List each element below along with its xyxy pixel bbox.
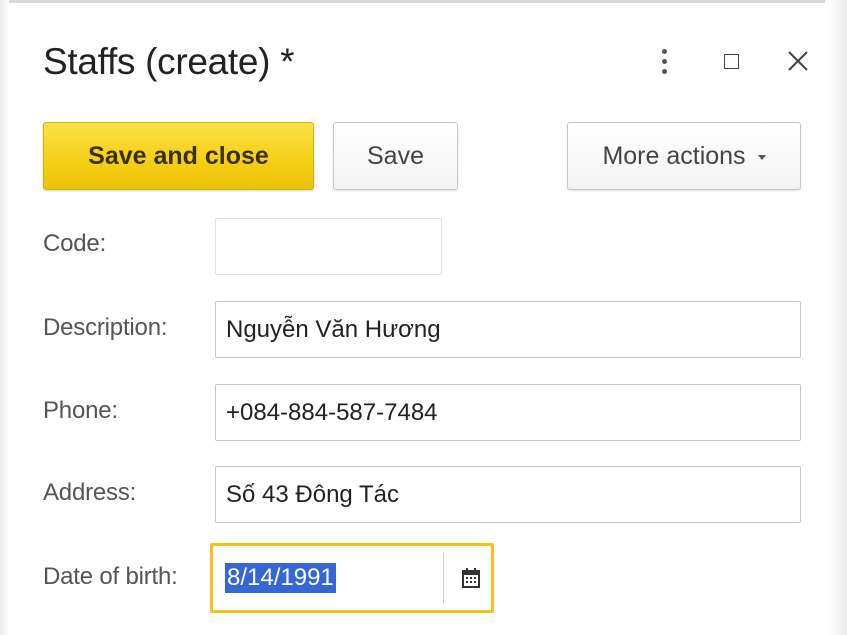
close-icon — [788, 51, 808, 71]
window-top-border — [0, 0, 847, 3]
date-of-birth-value: 8/14/1991 — [225, 563, 336, 593]
maximize-button[interactable] — [716, 46, 746, 76]
phone-label: Phone: — [43, 397, 118, 424]
kebab-dot — [661, 58, 667, 64]
more-actions-button[interactable]: More actions — [567, 122, 801, 190]
phone-field[interactable]: +084-884-587-7484 — [215, 384, 801, 441]
window-title: Staffs (create) * — [43, 41, 295, 82]
staff-create-window: Staffs (create) * Save and close Save Mo… — [0, 0, 847, 635]
phone-value: +084-884-587-7484 — [226, 398, 438, 426]
window-left-shadow — [0, 0, 9, 635]
code-label: Code: — [43, 230, 107, 257]
save-and-close-label: Save and close — [88, 141, 269, 170]
kebab-dot — [661, 48, 667, 54]
save-label: Save — [367, 141, 424, 170]
save-and-close-button[interactable]: Save and close — [43, 122, 314, 190]
more-vertical-icon[interactable] — [652, 42, 676, 80]
date-of-birth-field[interactable]: 8/14/1991 — [210, 543, 494, 613]
close-button[interactable] — [781, 44, 815, 78]
kebab-dot — [661, 68, 667, 74]
address-field[interactable]: Số 43 Đông Tác — [215, 466, 801, 523]
code-field[interactable] — [215, 218, 442, 275]
date-field-divider — [443, 553, 444, 603]
date-of-birth-label: Date of birth: — [43, 563, 178, 590]
address-label: Address: — [43, 479, 137, 506]
window-right-shadow — [825, 0, 847, 635]
calendar-button[interactable] — [449, 554, 491, 602]
description-label: Description: — [43, 314, 168, 341]
maximize-icon — [723, 53, 739, 69]
caret-down-icon — [757, 155, 766, 160]
address-value: Số 43 Đông Tác — [226, 480, 400, 508]
description-value: Nguyễn Văn Hương — [226, 315, 441, 343]
calendar-icon — [462, 568, 480, 588]
save-button[interactable]: Save — [333, 122, 458, 190]
more-actions-label: More actions — [602, 141, 746, 170]
description-field[interactable]: Nguyễn Văn Hương — [215, 301, 801, 358]
